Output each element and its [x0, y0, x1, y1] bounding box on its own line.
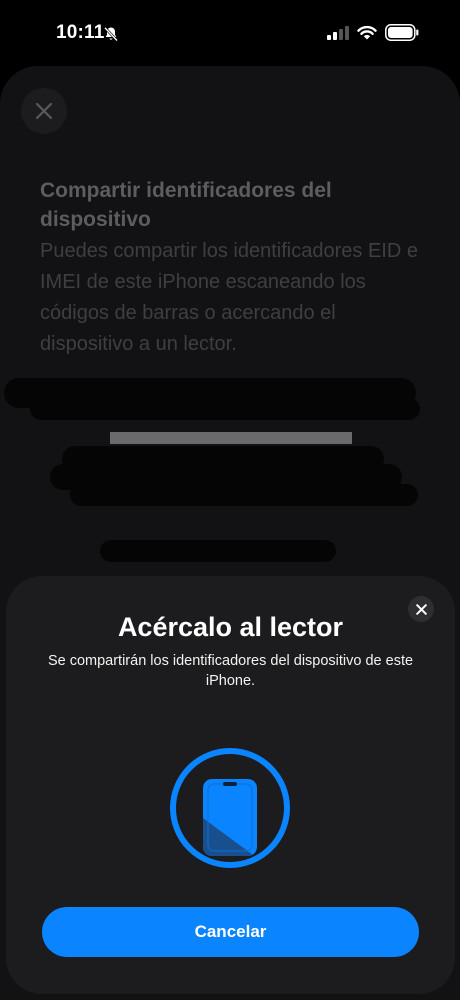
sheet-title: Acércalo al lector — [117, 612, 344, 642]
background-description: Puedes compartir los identificadores EID… — [40, 240, 418, 355]
background-close-button[interactable] — [21, 88, 67, 134]
status-bar: 10:11 — [0, 0, 460, 66]
close-icon — [35, 102, 53, 120]
redaction-scribble — [100, 540, 336, 562]
bell-slash-icon — [104, 26, 118, 42]
wifi-icon — [357, 25, 377, 40]
background-title: Compartir identificadores del dispositiv… — [40, 179, 332, 231]
redaction-scribble — [70, 484, 418, 506]
cancel-button[interactable]: Cancelar — [42, 907, 419, 957]
status-time: 10:11 — [56, 22, 105, 43]
cellular-signal-icon — [327, 26, 349, 40]
nfc-reader-sheet: Acércalo al lector Se compartirán los id… — [6, 576, 455, 994]
redacted-barcode — [110, 432, 352, 444]
battery-icon — [385, 24, 419, 41]
redaction-scribble — [30, 398, 420, 420]
phone-tap-icon — [170, 748, 290, 868]
sheet-subtitle: Se compartirán los identificadores del d… — [47, 653, 414, 689]
